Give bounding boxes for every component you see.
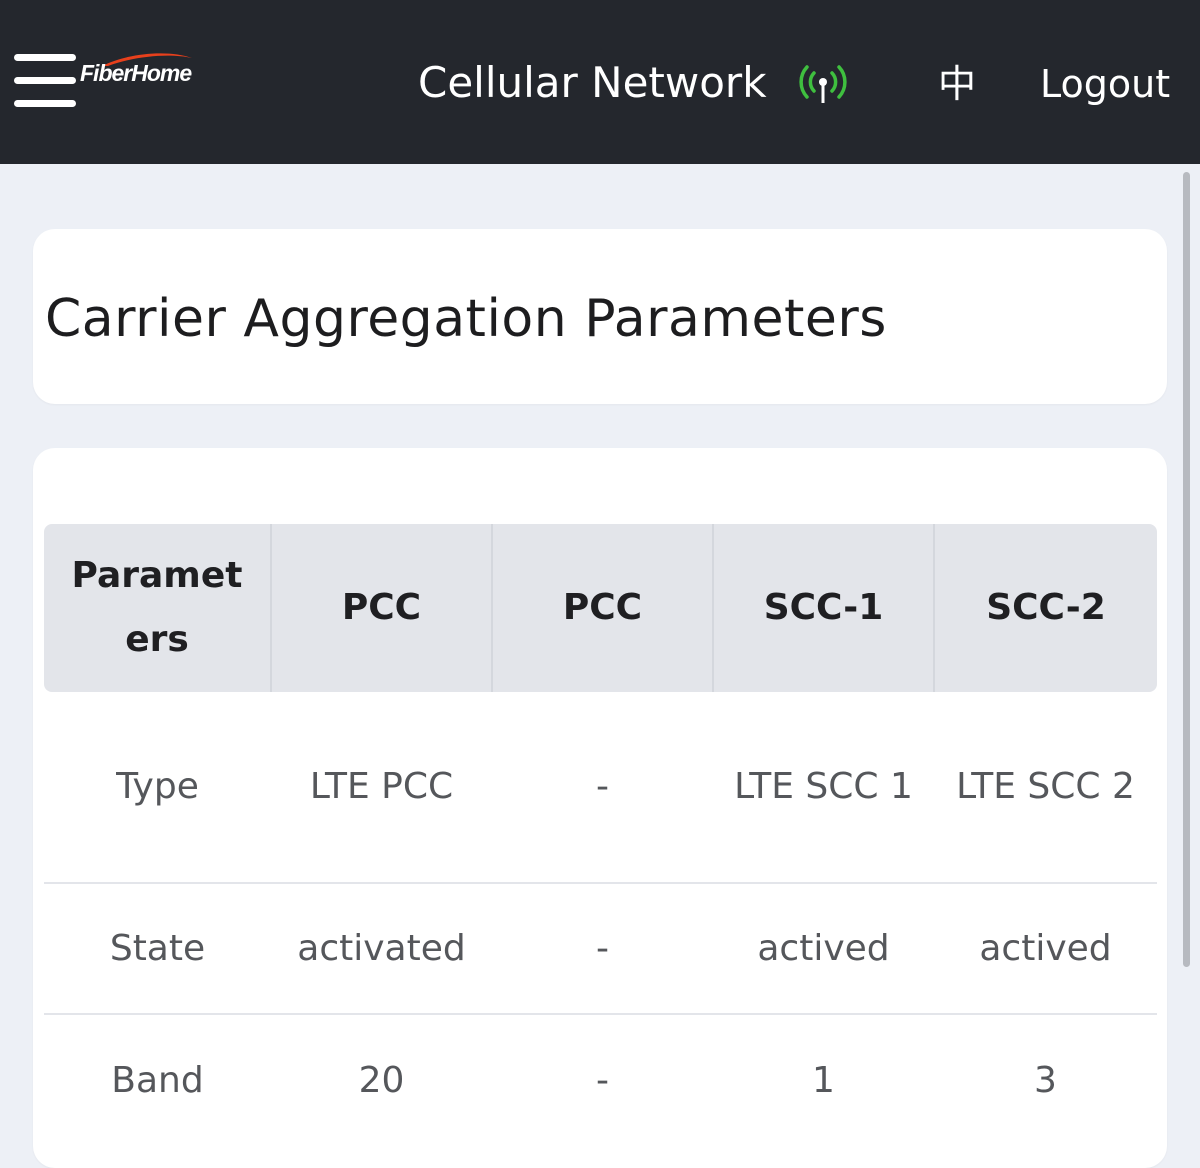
table-cell: LTE SCC 2 — [934, 692, 1157, 884]
table-row: Type LTE PCC - LTE SCC 1 LTE SCC 2 — [44, 692, 1157, 884]
row-label-type: Type — [44, 692, 271, 884]
table-cell: LTE SCC 1 — [713, 692, 934, 884]
table-cell: - — [492, 692, 713, 884]
table-cell: activated — [271, 883, 492, 1015]
header-scc-2: SCC-2 — [934, 524, 1157, 692]
table-header-row: Paramet ers PCC PCC SCC-1 SCC-2 — [44, 524, 1157, 692]
vertical-scrollbar[interactable] — [1183, 172, 1190, 967]
language-toggle[interactable]: 中 — [938, 60, 976, 108]
title-card: Carrier Aggregation Parameters — [33, 229, 1167, 404]
row-label-state: State — [44, 883, 271, 1015]
header-pcc: PCC — [271, 524, 493, 692]
signal-antenna-icon — [799, 65, 847, 103]
table-cell: 1 — [812, 1060, 835, 1101]
table-cell: actived — [713, 883, 934, 1015]
table-cell: - — [492, 883, 713, 1015]
header-parameters: Paramet ers — [44, 524, 272, 692]
page-header-title: Cellular Network — [418, 58, 767, 107]
table-cell: 3 — [1034, 1060, 1057, 1101]
table-cell: LTE PCC — [271, 692, 492, 884]
table-cell: actived — [934, 883, 1157, 1015]
table-row: Band 20 - 1 3 — [44, 1014, 1157, 1147]
logo-text: FiberHome — [80, 60, 192, 86]
logout-link[interactable]: Logout — [1040, 58, 1170, 110]
menu-icon[interactable] — [14, 54, 76, 110]
carrier-aggregation-table: Paramet ers PCC PCC SCC-1 SCC-2 Type LTE… — [44, 524, 1157, 1147]
fiberhome-logo: FiberHome — [80, 50, 195, 95]
row-label-band: Band — [111, 1060, 204, 1101]
header-scc-1: SCC-1 — [713, 524, 935, 692]
header-pcc-2: PCC — [492, 524, 714, 692]
page-title: Carrier Aggregation Parameters — [45, 289, 887, 349]
table-row: State activated - actived actived — [44, 883, 1157, 1015]
top-bar: FiberHome Cellular Network 中 Logout — [0, 0, 1200, 164]
table-cell: - — [596, 1060, 609, 1101]
table-cell: 20 — [358, 1060, 405, 1101]
